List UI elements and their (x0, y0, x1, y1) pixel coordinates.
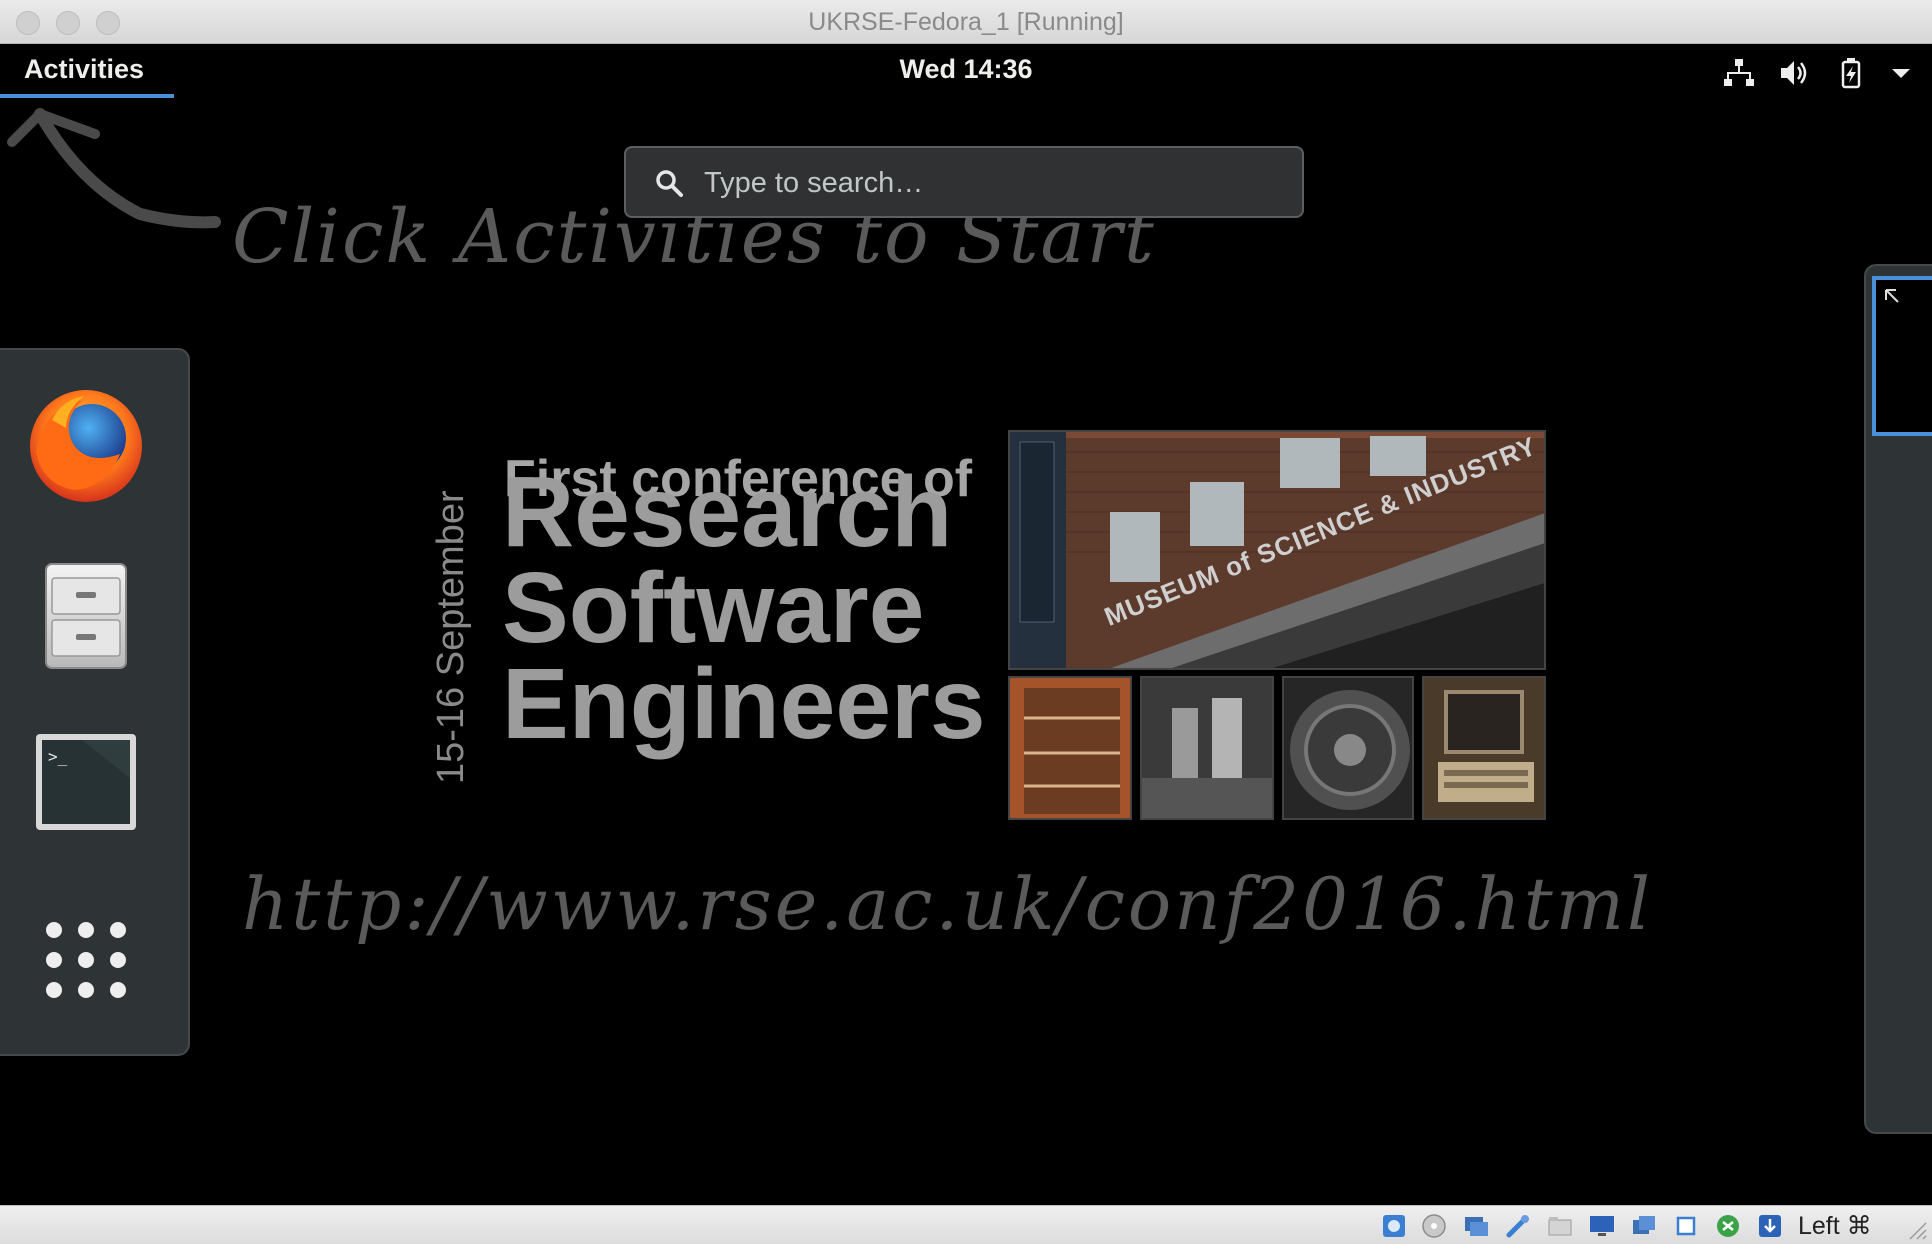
shared-folder-icon[interactable] (1546, 1212, 1574, 1240)
photo-thumb-shelves (1008, 676, 1132, 820)
host-key-label: Left ⌘ (1798, 1212, 1872, 1240)
virtualbox-status-bar: Left ⌘ (0, 1205, 1932, 1244)
volume-icon (1781, 61, 1807, 85)
display-icon[interactable] (1588, 1212, 1616, 1240)
photo-thumb-computer (1422, 676, 1546, 820)
battery-icon (1841, 58, 1861, 89)
hard-disk-icon[interactable] (1380, 1212, 1408, 1240)
poster-line-research: Research (502, 456, 953, 568)
photo-thumb-machinery (1140, 676, 1274, 820)
dash: >_ (0, 348, 190, 1056)
system-tray[interactable] (1692, 44, 1932, 98)
search-input[interactable] (704, 158, 1284, 208)
poster-line-software: Software (502, 552, 925, 664)
usb-icon[interactable] (1504, 1212, 1532, 1240)
terminal-icon[interactable]: >_ (22, 718, 150, 846)
gnome-top-bar: Activities Wed 14:36 (0, 44, 1932, 98)
photo-thumb-turbine (1282, 676, 1414, 820)
search-box[interactable] (624, 146, 1304, 218)
resize-grip-icon[interactable] (1902, 1215, 1928, 1241)
poster-line-engineers: Engineers (502, 648, 986, 760)
download-icon[interactable] (1756, 1212, 1784, 1240)
optical-drive-icon[interactable] (1420, 1212, 1448, 1240)
network-adapter-icon[interactable] (1462, 1212, 1490, 1240)
poster-date: 15-16 September (430, 490, 472, 784)
mouse-integration-icon[interactable] (1714, 1212, 1742, 1240)
cpu-icon[interactable] (1672, 1212, 1700, 1240)
svg-text:>_: >_ (48, 747, 68, 766)
guest-screen: Activities Wed 14:36 Click Activities to… (0, 44, 1932, 1205)
workspace-thumbnail-1[interactable] (1872, 276, 1932, 436)
wallpaper-url-text: http://www.rse.ac.uk/conf2016.html (242, 862, 1654, 946)
show-applications-icon[interactable] (22, 896, 150, 1024)
search-icon (656, 170, 683, 197)
hint-arrow-icon (7, 108, 221, 229)
clock[interactable]: Wed 14:36 (0, 54, 1932, 85)
window-title: UKRSE-Fedora_1 [Running] (808, 8, 1124, 36)
network-icon (1724, 59, 1754, 86)
files-icon[interactable] (22, 550, 150, 678)
firefox-icon[interactable] (22, 380, 150, 508)
window-titlebar: UKRSE-Fedora_1 [Running] (0, 0, 1932, 44)
video-capture-icon[interactable] (1630, 1212, 1658, 1240)
system-menu-arrow-icon (1892, 69, 1910, 78)
